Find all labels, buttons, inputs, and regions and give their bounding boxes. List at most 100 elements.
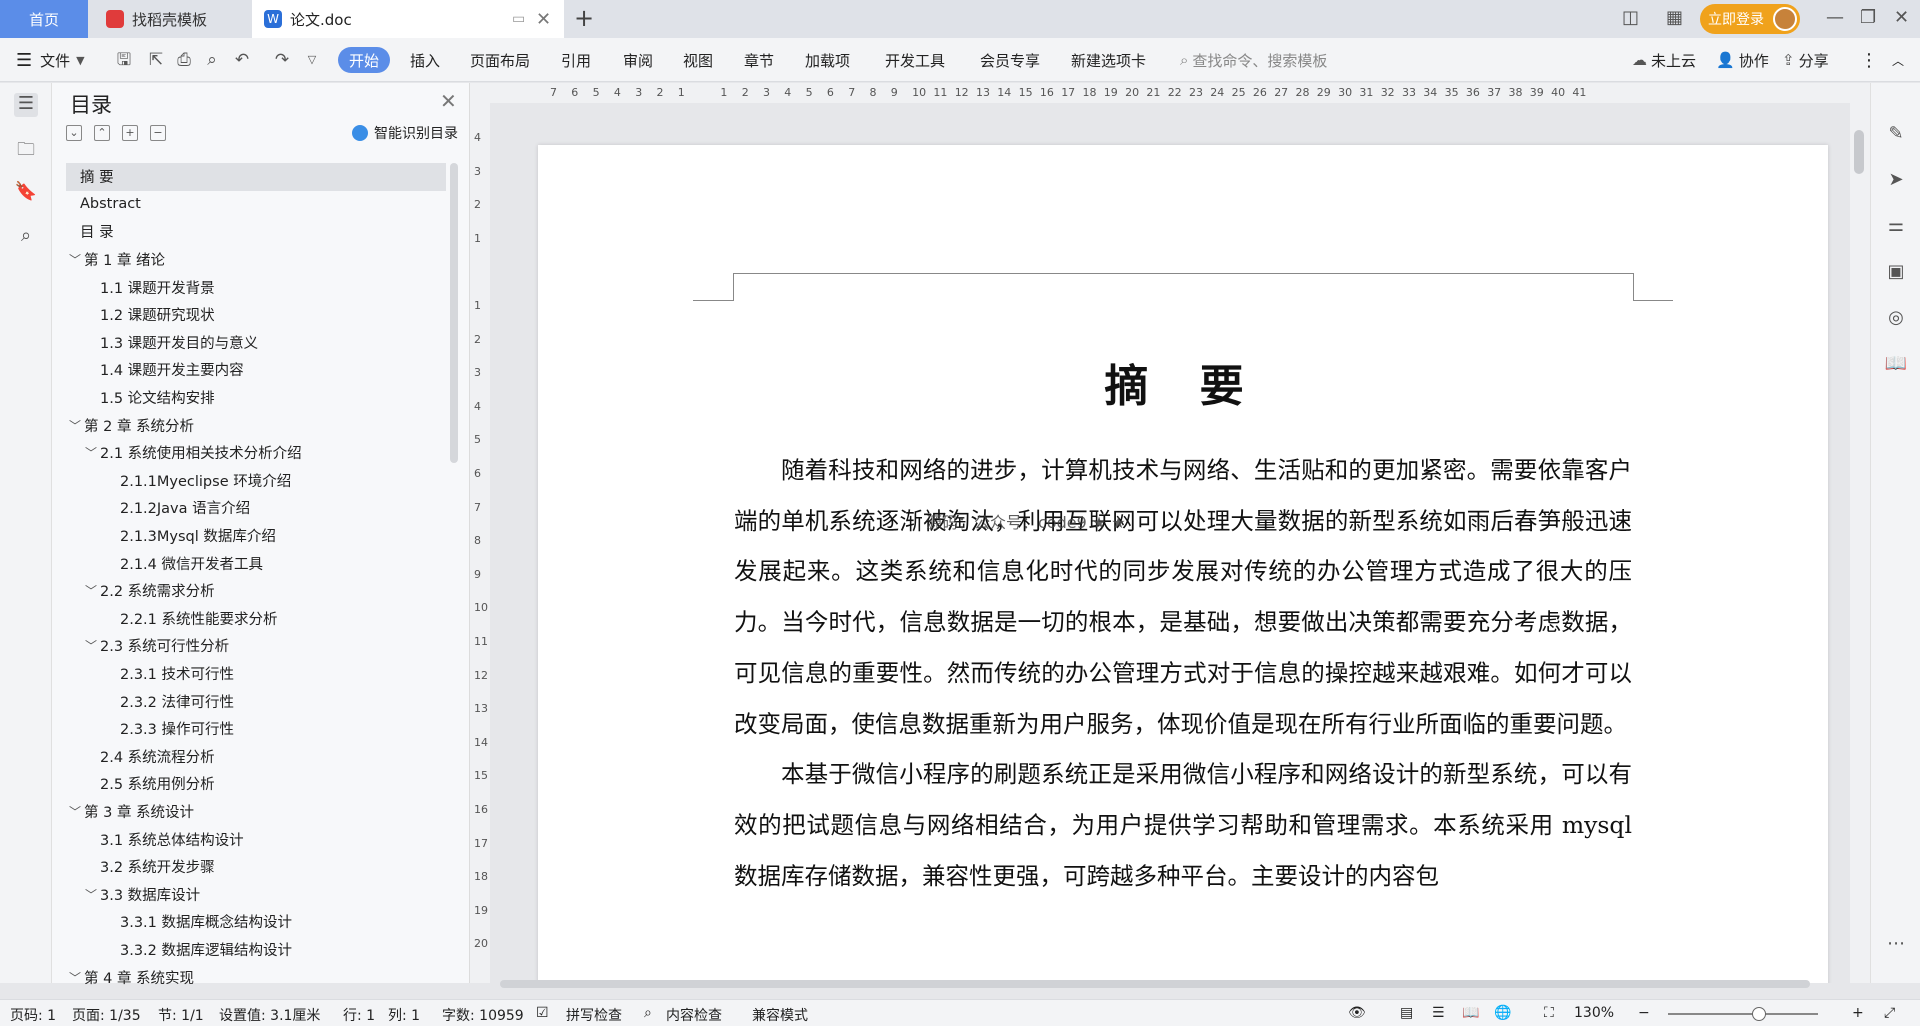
print-preview-icon[interactable]: ⌕ — [202, 50, 222, 70]
eye-icon[interactable]: 👁 — [1348, 1005, 1366, 1021]
window-icon[interactable]: ▭ — [512, 11, 525, 27]
toc-panel-icon[interactable]: ☰ — [14, 93, 38, 117]
layout-icon[interactable]: ◫ — [1622, 7, 1639, 31]
chevron-down-icon[interactable]: ﹀ — [66, 417, 84, 434]
fit-page-icon[interactable]: ⛶ — [1544, 1005, 1554, 1021]
bookmark-icon[interactable]: 🔖 — [14, 181, 38, 205]
collab-button[interactable]: 👤 协作 — [1716, 38, 1769, 82]
toc-item[interactable]: ﹀ 第 2 章 系统分析 — [66, 411, 446, 439]
content-check-button[interactable]: 内容检查 — [666, 1005, 722, 1025]
search-icon[interactable]: ⌕ — [14, 225, 38, 249]
chevron-down-icon[interactable]: ﹀ — [82, 886, 100, 903]
status-pages[interactable]: 页面: 1/35 — [72, 1005, 141, 1025]
vertical-scroll-thumb[interactable] — [1854, 130, 1864, 174]
toc-item[interactable]: ﹀ 2.1 系统使用相关技术分析介绍 — [66, 439, 446, 467]
close-window-icon[interactable]: ✕ — [1894, 7, 1909, 31]
tab-developer[interactable]: 开发工具 — [885, 38, 945, 82]
more-dots-icon[interactable]: ⋯ — [1884, 933, 1908, 957]
chevron-down-icon[interactable]: ﹀ — [66, 803, 84, 820]
login-button[interactable]: 立即登录 — [1700, 4, 1800, 34]
print-icon[interactable]: ⎙ — [174, 50, 194, 70]
toc-item[interactable]: 3.3.1 数据库概念结构设计 — [66, 908, 446, 936]
chevron-down-icon[interactable]: ﹀ — [82, 582, 100, 599]
toc-item[interactable]: 2.1.2Java 语言介绍 — [66, 494, 446, 522]
tab-insert[interactable]: 插入 — [410, 38, 440, 82]
tab-addins[interactable]: 加载项 — [805, 38, 850, 82]
toc-item[interactable]: ﹀ 第 4 章 系统实现 — [66, 963, 446, 991]
tab-view[interactable]: 视图 — [683, 38, 713, 82]
status-words[interactable]: 字数: 10959 — [442, 1005, 524, 1025]
toc-item[interactable]: 3.2 系统开发步骤 — [66, 853, 446, 881]
tab-member[interactable]: 会员专享 — [980, 38, 1040, 82]
more-icon[interactable]: ⋮ — [1860, 38, 1878, 82]
customize-chevron-icon[interactable]: ▽ — [302, 50, 322, 70]
toc-item[interactable]: 3.1 系统总体结构设计 — [66, 825, 446, 853]
smart-toc-button[interactable]: 智能识别目录 — [352, 123, 458, 143]
save-icon[interactable]: 🖫 — [114, 50, 134, 70]
zoom-slider-knob[interactable] — [1752, 1007, 1766, 1021]
toc-item[interactable]: 1.1 课题开发背景 — [66, 273, 446, 301]
image-icon[interactable]: ▣ — [1884, 261, 1908, 285]
toc-item[interactable]: ﹀ 第 3 章 系统设计 — [66, 798, 446, 826]
horizontal-scrollbar[interactable] — [500, 980, 1810, 988]
chevron-down-icon[interactable]: ﹀ — [82, 444, 100, 461]
document-page[interactable]: 摘 要 随着科技和网络的进步，计算机技术与网络、生活贴和的更加紧密。需要依靠客户… — [538, 145, 1828, 983]
tab-document[interactable]: W 论文.doc ▭ ✕ — [252, 0, 564, 38]
tab-references[interactable]: 引用 — [561, 38, 591, 82]
toc-item[interactable]: 摘 要 — [66, 163, 446, 191]
toc-item[interactable]: ﹀ 2.3 系统可行性分析 — [66, 632, 446, 660]
book-icon[interactable]: 📖 — [1884, 353, 1908, 377]
new-tab-button[interactable]: + — [574, 4, 594, 32]
file-menu[interactable]: ☰ 文件 ▼ — [16, 38, 85, 82]
status-setting[interactable]: 设置值: 3.1厘米 — [219, 1005, 320, 1025]
toc-item[interactable]: 2.2.1 系统性能要求分析 — [66, 605, 446, 633]
toc-item[interactable]: 2.1.4 微信开发者工具 — [66, 549, 446, 577]
undo-icon[interactable]: ↶ — [232, 50, 252, 70]
command-search[interactable]: ⌕ 查找命令、搜索模板 — [1180, 38, 1327, 82]
collapse-all-icon[interactable]: ⌃ — [94, 125, 110, 141]
sliders-icon[interactable]: ⚌ — [1884, 215, 1908, 239]
expand-all-icon[interactable]: ⌄ — [66, 125, 82, 141]
zoom-level[interactable]: 130% — [1574, 1005, 1614, 1021]
share-button[interactable]: ⇪ 分享 — [1782, 38, 1829, 82]
pen-icon[interactable]: ✎ — [1884, 123, 1908, 147]
chevron-down-icon[interactable]: ﹀ — [82, 637, 100, 654]
minimize-icon[interactable]: — — [1826, 7, 1844, 31]
toc-item[interactable]: ﹀ 第 1 章 绪论 — [66, 246, 446, 274]
chevron-down-icon[interactable]: ﹀ — [66, 969, 84, 986]
tab-layout[interactable]: 页面布局 — [470, 38, 530, 82]
tab-home[interactable]: 首页 — [0, 0, 88, 38]
status-section[interactable]: 节: 1/1 — [158, 1005, 204, 1025]
toc-item[interactable]: 2.3.3 操作可行性 — [66, 715, 446, 743]
restore-icon[interactable]: ❐ — [1860, 7, 1876, 31]
zoom-out-icon[interactable]: − — [1638, 1005, 1650, 1021]
vertical-scrollbar[interactable] — [1850, 83, 1870, 983]
chevron-down-icon[interactable]: ﹀ — [66, 251, 84, 268]
toc-item[interactable]: ﹀ 2.2 系统需求分析 — [66, 577, 446, 605]
tab-start[interactable]: 开始 — [338, 47, 390, 73]
tab-templates[interactable]: 找稻壳模板 — [90, 0, 250, 38]
vertical-ruler[interactable]: 4 3 2 1 1 2 3 4 5 6 7 8 9 10 11 12 13 14 15 16 17 18 19 20 — [470, 103, 490, 983]
cloud-button[interactable]: ☁ 未上云 — [1632, 38, 1696, 82]
redo-icon[interactable]: ↷ — [272, 50, 292, 70]
toc-item[interactable]: 2.1.3Mysql 数据库介绍 — [66, 522, 446, 550]
toc-item[interactable]: 2.5 系统用例分析 — [66, 770, 446, 798]
toc-item[interactable]: 3.3.2 数据库逻辑结构设计 — [66, 936, 446, 964]
toc-scrollbar[interactable] — [450, 163, 458, 463]
toc-item[interactable]: 1.5 论文结构安排 — [66, 384, 446, 412]
navigation-icon[interactable]: 🗀 — [14, 137, 38, 161]
read-view-icon[interactable]: 📖 — [1462, 1005, 1479, 1021]
close-icon[interactable]: ✕ — [440, 89, 457, 113]
spellcheck-button[interactable]: 拼写检查 — [566, 1005, 622, 1025]
status-row[interactable]: 行: 1 — [343, 1005, 375, 1025]
toc-item[interactable]: 1.4 课题开发主要内容 — [66, 356, 446, 384]
tab-chapter[interactable]: 章节 — [744, 38, 774, 82]
toc-item[interactable]: 1.3 课题开发目的与意义 — [66, 329, 446, 357]
fullscreen-icon[interactable]: ⤢ — [1884, 1005, 1895, 1021]
toc-item[interactable]: 2.4 系统流程分析 — [66, 742, 446, 770]
toc-item[interactable]: 2.1.1Myeclipse 环境介绍 — [66, 467, 446, 495]
tab-new[interactable]: 新建选项卡 — [1071, 38, 1146, 82]
toc-item[interactable]: 2.3.2 法律可行性 — [66, 687, 446, 715]
tab-review[interactable]: 审阅 — [623, 38, 653, 82]
zoom-slider[interactable] — [1668, 1013, 1818, 1015]
